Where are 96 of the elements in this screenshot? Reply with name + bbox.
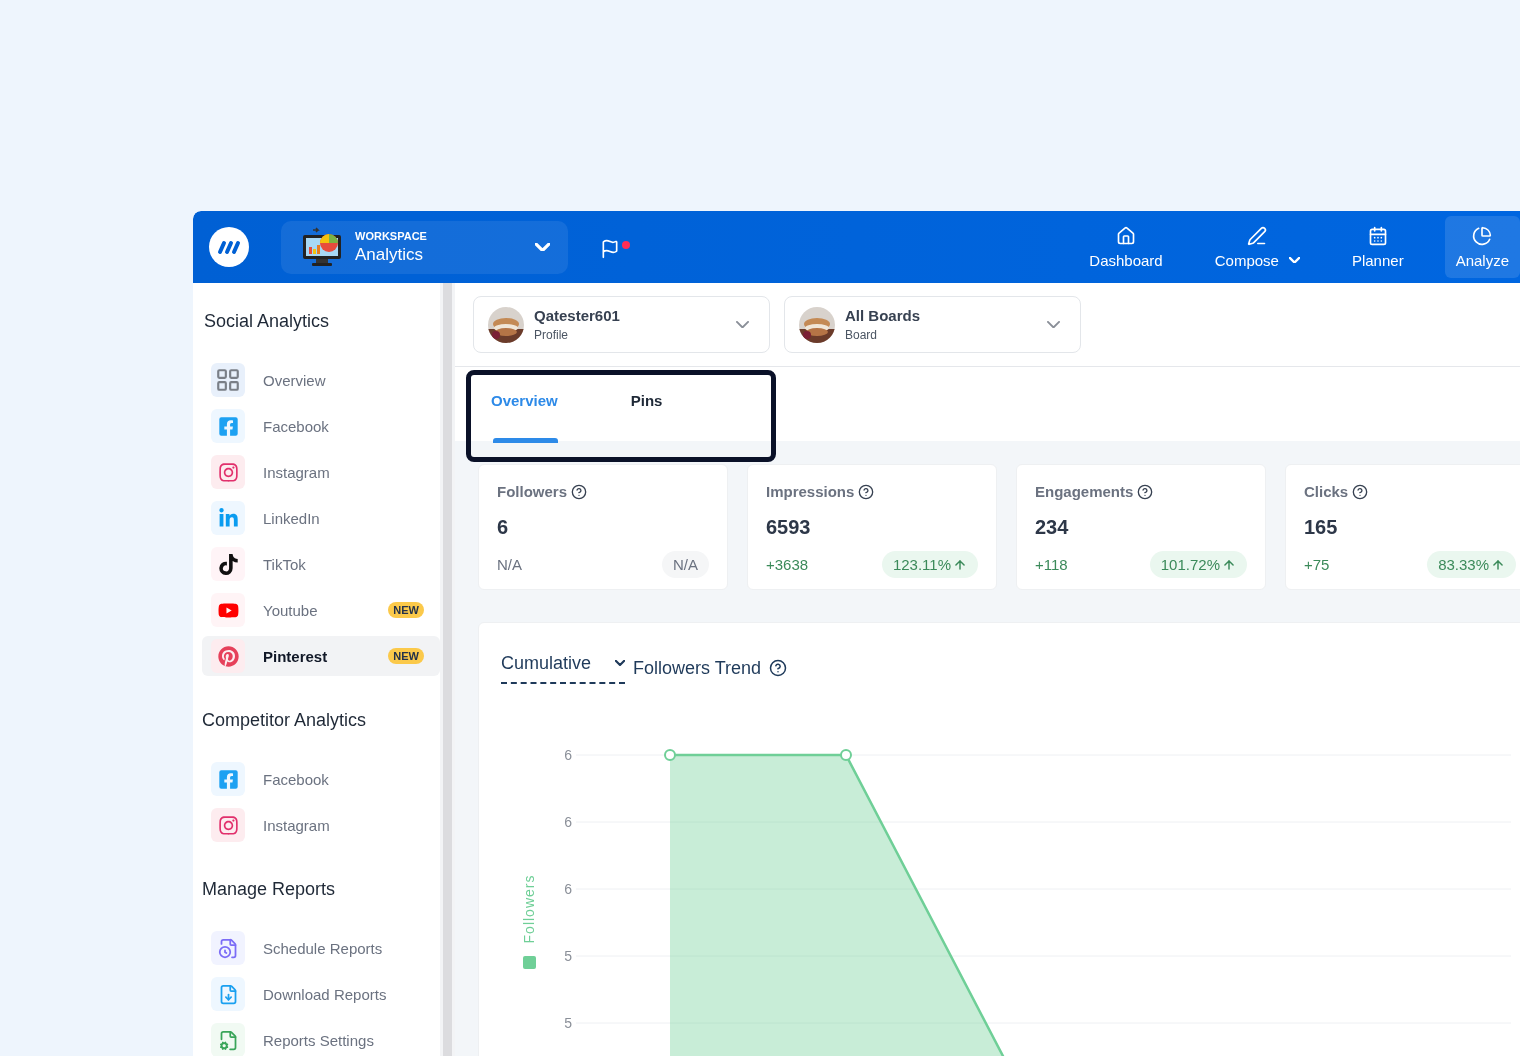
report-settings-icon: [217, 1029, 239, 1051]
sidebar-item[interactable]: Youtube NEW: [202, 590, 440, 630]
home-icon: [1116, 225, 1136, 246]
instagram-icon: [217, 461, 239, 483]
stat-title: Followers: [497, 483, 567, 500]
stat-change: +3638: [766, 556, 809, 573]
selector-name: Qatester601: [534, 307, 620, 324]
axis-tick-label: 6: [564, 747, 572, 763]
mode-dropdown[interactable]: Cumulative: [501, 652, 626, 684]
sidebar-item-label: Facebook: [263, 770, 330, 788]
stat-title: Clicks: [1304, 483, 1349, 500]
nav-tab[interactable]: Planner: [1340, 216, 1415, 278]
section-title: Social Analytics: [204, 310, 331, 333]
axis-tick-label: 6: [564, 881, 572, 897]
workspace-name: Analytics: [355, 244, 424, 265]
chart-title: Followers Trend: [633, 657, 762, 679]
legend-label: Followers: [521, 874, 537, 944]
nav-tab[interactable]: Compose: [1203, 216, 1311, 278]
legend-swatch: [523, 956, 536, 969]
scrollbar[interactable]: [443, 283, 452, 1056]
section-title: Competitor Analytics: [202, 709, 368, 732]
sidebar-item[interactable]: Download Reports: [202, 974, 440, 1014]
sidebar-item[interactable]: Schedule Reports: [202, 928, 440, 968]
sidebar-item-label: Pinterest: [263, 647, 329, 665]
sidebar-item-label: LinkedIn: [263, 509, 321, 527]
instagram-icon: [217, 814, 239, 836]
sidebar-item-label: Instagram: [263, 463, 331, 481]
stat-title: Engagements: [1035, 483, 1134, 500]
sidebar-item[interactable]: Facebook: [202, 406, 440, 446]
stat-value: 234: [1035, 516, 1070, 539]
chevron-down-icon: [1047, 320, 1060, 329]
workspace-selector[interactable]: WORKSPACE Analytics: [281, 220, 568, 274]
sidebar-item-label: Reports Settings: [263, 1031, 375, 1049]
stat-title: Impressions: [766, 483, 855, 500]
logo-icon: [217, 239, 241, 255]
chevron-down-icon: [615, 660, 626, 666]
sidebar-item-label: TikTok: [263, 555, 307, 573]
facebook-icon: [217, 768, 239, 790]
account-selector[interactable]: Qatester601 Profile: [473, 296, 770, 353]
sidebar-item-label: Youtube: [263, 601, 319, 619]
chevron-down-icon: [535, 242, 550, 252]
tiktok-icon: [217, 553, 239, 575]
axis-tick-label: 6: [564, 814, 572, 830]
sidebar-item[interactable]: LinkedIn: [202, 498, 440, 538]
selector-type: Board: [845, 328, 878, 342]
stat-value: 165: [1304, 516, 1339, 539]
percent-badge: N/A: [662, 551, 709, 578]
sidebar-item[interactable]: Instagram: [202, 805, 440, 845]
account-selector[interactable]: All Boards Board: [784, 296, 1081, 353]
axis-tick-label: 5: [564, 948, 572, 964]
sidebar-item-label: Schedule Reports: [263, 939, 384, 957]
stat-value: 6593: [766, 516, 812, 539]
pen-icon: [1247, 225, 1268, 246]
app-logo[interactable]: [209, 227, 249, 267]
tab[interactable]: Pins: [630, 367, 663, 441]
sidebar-item[interactable]: Instagram: [202, 452, 440, 492]
monitor-chart-icon: [301, 227, 343, 267]
sidebar-item-label: Instagram: [263, 816, 331, 834]
stat-change: N/A: [497, 556, 522, 573]
nav-tab[interactable]: Dashboard: [1078, 216, 1174, 278]
pinterest-icon: [217, 645, 239, 667]
help-icon[interactable]: [1352, 483, 1369, 500]
section-title: Manage Reports: [202, 878, 337, 901]
new-badge: NEW: [388, 602, 424, 618]
stat-change: +75: [1304, 556, 1330, 573]
selector-name: All Boards: [845, 307, 920, 324]
help-icon[interactable]: [769, 659, 788, 677]
help-icon[interactable]: [1137, 483, 1154, 500]
percent-badge: 123.11%: [881, 551, 978, 578]
sidebar-item-label: Download Reports: [263, 985, 388, 1003]
tab[interactable]: Overview: [491, 367, 558, 441]
pie-chart-icon: [1472, 225, 1493, 246]
sidebar-item[interactable]: Facebook: [202, 759, 440, 799]
flag-icon: [600, 239, 620, 259]
sidebar-item[interactable]: Overview: [202, 360, 440, 400]
percent-badge: 101.72%: [1149, 551, 1247, 578]
selector-type: Profile: [534, 328, 568, 342]
calendar-icon: [1367, 225, 1388, 246]
workspace-caption: WORKSPACE: [355, 229, 427, 242]
percent-badge: 83.33%: [1427, 551, 1516, 578]
stat-change: +118: [1035, 556, 1068, 573]
sidebar-item[interactable]: TikTok: [202, 544, 440, 584]
sidebar-item[interactable]: Pinterest NEW: [202, 636, 440, 676]
help-icon[interactable]: [571, 483, 587, 500]
stat-value: 6: [497, 516, 510, 539]
nav-tab[interactable]: Analyze: [1444, 216, 1520, 278]
sidebar-item-label: Facebook: [263, 417, 330, 435]
chevron-down-icon: [736, 320, 749, 329]
schedule-report-icon: [217, 937, 239, 959]
linkedin-icon: [217, 507, 239, 529]
sidebar-item[interactable]: Reports Settings: [202, 1020, 440, 1056]
help-icon[interactable]: [858, 483, 875, 500]
axis-tick-label: 5: [564, 1015, 572, 1031]
sidebar-item-label: Overview: [263, 371, 327, 389]
new-badge: NEW: [388, 648, 424, 664]
facebook-icon: [217, 415, 239, 437]
